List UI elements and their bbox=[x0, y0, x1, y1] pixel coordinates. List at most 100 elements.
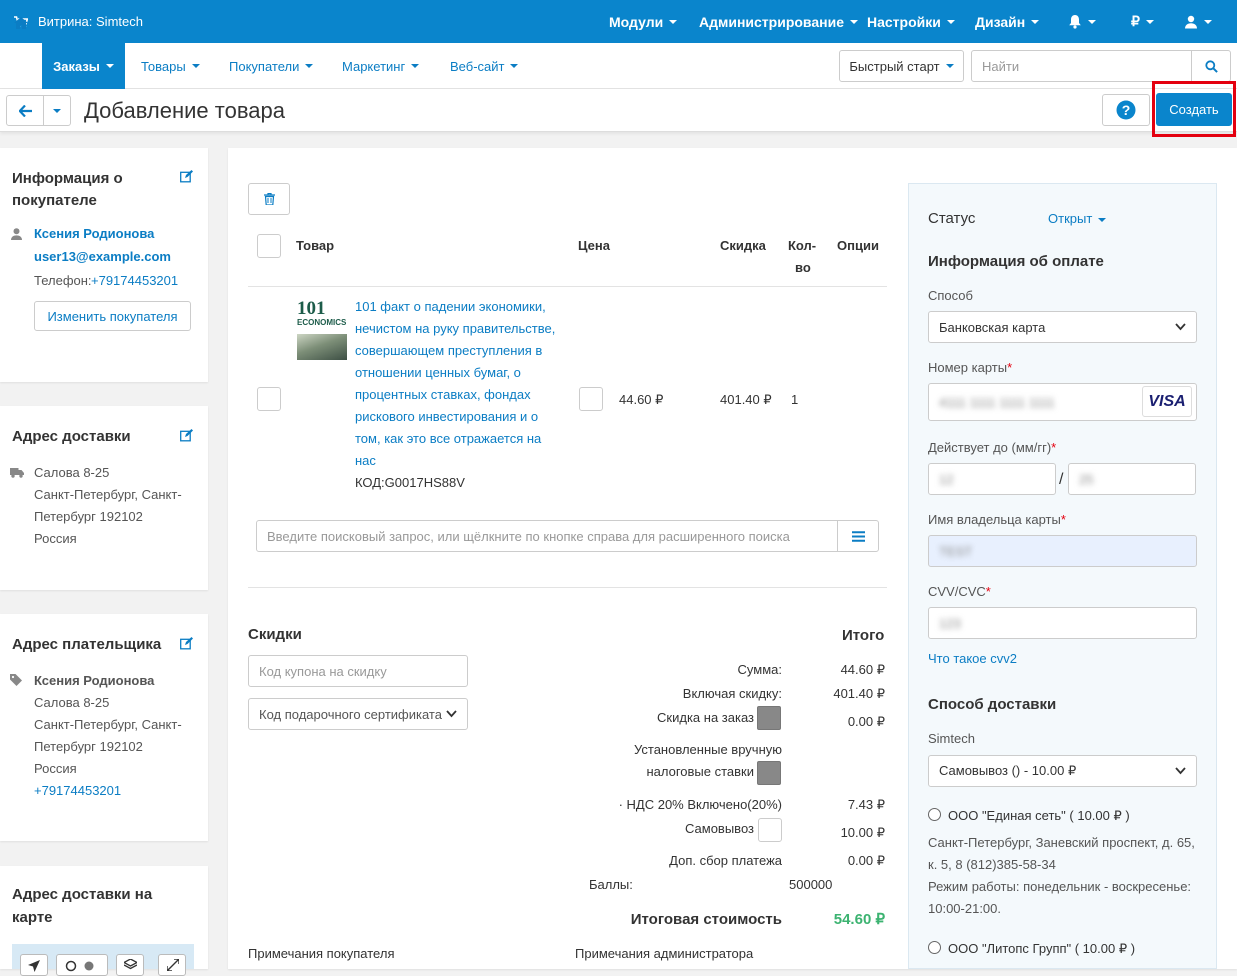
billing-address-title: Адрес плательщика bbox=[12, 636, 162, 653]
manual-tax-checkbox[interactable] bbox=[757, 761, 781, 785]
billing-phone-link[interactable]: +79174453201 bbox=[34, 783, 121, 798]
col-qty-line1: Кол- bbox=[788, 238, 817, 253]
card-holder-label: Имя владельца карты* bbox=[928, 512, 1066, 527]
edit-icon[interactable] bbox=[180, 429, 193, 442]
map-canvas[interactable] bbox=[12, 944, 194, 976]
product-thumbnail[interactable]: 101 ECONOMICS bbox=[297, 299, 347, 360]
total-value-pickup: 10.00 ₽ bbox=[840, 825, 885, 840]
menu-settings[interactable]: Настройки bbox=[867, 0, 955, 43]
delete-selected-button[interactable] bbox=[248, 183, 290, 215]
order-discount-checkbox[interactable] bbox=[757, 706, 781, 730]
grand-total-value: 54.60 ₽ bbox=[833, 911, 885, 928]
status-dropdown[interactable]: Открыт bbox=[1048, 211, 1107, 226]
pickup-point-name-1[interactable]: ООО "Единая сеть" ( 10.00 ₽ ) bbox=[948, 808, 1130, 824]
thumbnail-title: ECONOMICS bbox=[297, 318, 347, 327]
customer-email-link[interactable]: user13@example.com bbox=[34, 249, 171, 264]
nav-website[interactable]: Веб-сайт bbox=[450, 43, 519, 89]
card-number-label: Номер карты* bbox=[928, 360, 1012, 375]
map-layers-button[interactable] bbox=[116, 954, 144, 976]
bell-icon bbox=[1069, 15, 1081, 29]
select-all-checkbox[interactable] bbox=[257, 234, 281, 258]
total-label-discount: Включая скидку: bbox=[682, 686, 782, 701]
total-value-discount: 401.40 ₽ bbox=[833, 686, 885, 701]
card-holder-label-text: Имя владельца карты bbox=[928, 512, 1061, 527]
product-price[interactable]: 44.60 ₽ bbox=[619, 392, 663, 408]
map-navigate-button[interactable] bbox=[20, 954, 48, 976]
edit-icon[interactable] bbox=[180, 637, 193, 650]
storefront-title: Витрина: Simtech bbox=[38, 14, 143, 29]
nav-customers[interactable]: Покупатели bbox=[229, 43, 314, 89]
back-button[interactable] bbox=[6, 95, 44, 126]
cvv-help-link[interactable]: Что такое cvv2 bbox=[928, 651, 1017, 666]
product-price-checkbox[interactable] bbox=[579, 387, 603, 411]
currency-menu[interactable]: ₽ bbox=[1131, 0, 1154, 43]
nav-customers-label: Покупатели bbox=[229, 58, 300, 74]
gift-certificate-select[interactable]: Код подарочного сертификата bbox=[248, 698, 468, 730]
valid-year-input[interactable]: 25 bbox=[1068, 463, 1196, 495]
discounts-title: Скидки bbox=[248, 626, 302, 643]
search-button[interactable] bbox=[1191, 50, 1231, 82]
menu-administration[interactable]: Администрирование bbox=[699, 0, 858, 43]
nav-products[interactable]: Товары bbox=[141, 43, 200, 89]
help-icon: ? bbox=[1116, 100, 1136, 120]
chevron-down-icon bbox=[53, 108, 61, 113]
pickup-point-name-2[interactable]: ООО "Литопс Групп" ( 10.00 ₽ ) bbox=[948, 941, 1135, 957]
divider bbox=[248, 286, 887, 287]
user-menu[interactable] bbox=[1184, 0, 1212, 43]
required-marker: * bbox=[1060, 512, 1066, 527]
edit-icon[interactable] bbox=[180, 170, 193, 183]
payment-method-select[interactable]: Банковская карта bbox=[928, 311, 1197, 343]
coupon-input[interactable]: Код купона на скидку bbox=[248, 655, 468, 687]
advanced-search-button[interactable] bbox=[837, 520, 879, 552]
cvv-input[interactable]: 123 bbox=[928, 607, 1197, 639]
pickup-checkbox[interactable] bbox=[758, 818, 782, 842]
map-zoom-controls[interactable] bbox=[56, 954, 108, 976]
product-code: КОД:G0017HS88V bbox=[355, 475, 465, 490]
product-row-checkbox[interactable] bbox=[257, 387, 281, 411]
quick-start-button[interactable]: Быстрый старт bbox=[839, 50, 964, 82]
create-button[interactable]: Создать bbox=[1156, 93, 1232, 126]
home-button[interactable] bbox=[0, 0, 42, 46]
product-name-line: отношении ценных бумаг, о bbox=[355, 365, 521, 380]
help-button[interactable]: ? bbox=[1102, 94, 1150, 126]
card-holder-input[interactable]: TEST bbox=[928, 535, 1197, 567]
pickup-point-radio-2[interactable] bbox=[928, 941, 941, 954]
chevron-down-icon bbox=[1204, 19, 1212, 24]
notifications-menu[interactable] bbox=[1068, 0, 1096, 43]
valid-year-value: 25 bbox=[1079, 471, 1094, 487]
home-icon bbox=[14, 17, 28, 29]
map-title-line2: карте bbox=[12, 909, 53, 926]
quick-start-label: Быстрый старт bbox=[849, 58, 940, 74]
nav-orders[interactable]: Заказы bbox=[42, 43, 125, 89]
cvv-value: 123 bbox=[939, 615, 961, 631]
customer-name-link[interactable]: Ксения Родионова bbox=[34, 226, 154, 241]
shipping-method-title: Способ доставки bbox=[928, 696, 1057, 713]
product-qty[interactable]: 1 bbox=[791, 392, 798, 407]
status-value: Открыт bbox=[1048, 211, 1093, 226]
menu-design[interactable]: Дизайн bbox=[975, 0, 1040, 43]
required-marker: * bbox=[1051, 440, 1057, 455]
product-name-line: совершающем преступления в bbox=[355, 343, 543, 358]
product-name-line: 101 факт о падении экономики, bbox=[355, 299, 546, 314]
billing-name: Ксения Родионова bbox=[34, 673, 155, 688]
pickup-point-address-line: Санкт-Петербург, Заневский проспект, д. … bbox=[928, 835, 1195, 850]
pickup-point-radio-1[interactable] bbox=[928, 808, 941, 821]
product-discount[interactable]: 401.40 ₽ bbox=[720, 392, 772, 408]
user-icon bbox=[11, 228, 22, 240]
change-customer-button[interactable]: Изменить покупателя bbox=[34, 301, 191, 331]
visa-logo: VISA bbox=[1142, 386, 1192, 417]
tag-icon bbox=[10, 674, 22, 686]
menu-modules[interactable]: Модули bbox=[609, 0, 678, 43]
nav-marketing[interactable]: Маркетинг bbox=[342, 43, 420, 89]
product-name-link[interactable]: 101 факт о падении экономики, нечистом н… bbox=[355, 296, 555, 472]
total-label-pickup: Самовывоз bbox=[685, 821, 754, 836]
col-options: Опции bbox=[837, 238, 879, 253]
back-dropdown-button[interactable] bbox=[43, 95, 71, 126]
shipping-method-select[interactable]: Самовывоз () - 10.00 ₽ bbox=[928, 755, 1197, 787]
customer-phone-link[interactable]: +79174453201 bbox=[91, 273, 178, 288]
search-input[interactable]: Найти bbox=[971, 50, 1192, 82]
product-search-input[interactable]: Введите поисковый запрос, или щёлкните п… bbox=[256, 520, 838, 552]
map-fullscreen-button[interactable] bbox=[158, 954, 186, 976]
menu-modules-label: Модули bbox=[609, 13, 664, 30]
valid-month-input[interactable]: 12 bbox=[928, 463, 1056, 495]
